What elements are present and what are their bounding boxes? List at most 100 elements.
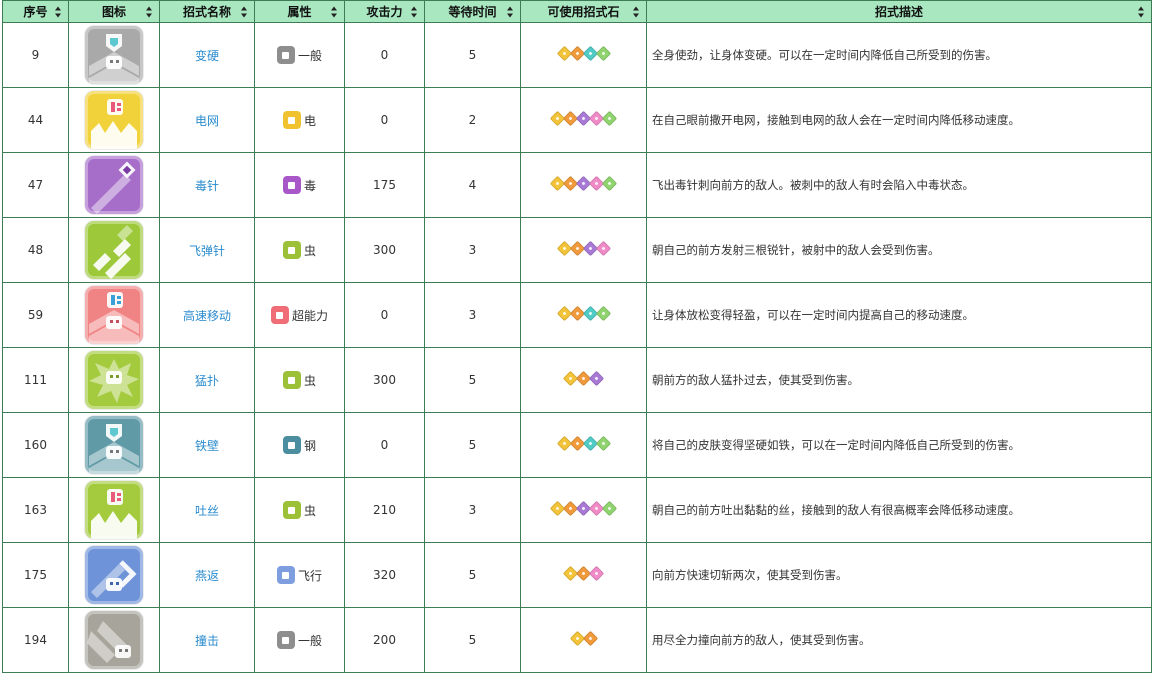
type-label: 虫 (303, 373, 316, 388)
column-header-attr[interactable]: 属性 (254, 0, 345, 23)
move-stone-icon[interactable] (601, 175, 618, 192)
column-header-icon[interactable]: 图标 (68, 0, 160, 23)
skill-name-link[interactable]: 铁壁 (195, 439, 219, 453)
type-label: 虫 (303, 243, 316, 258)
string-shot-icon (85, 481, 143, 539)
type-icon (282, 501, 301, 519)
cell-stones (520, 412, 647, 478)
cell-no: 163 (2, 477, 69, 543)
sort-icon[interactable] (411, 6, 418, 17)
cell-attr: 虫 (254, 477, 345, 543)
cell-attack: 300 (344, 217, 425, 283)
skill-name-link[interactable]: 猛扑 (195, 374, 219, 388)
column-header-attack[interactable]: 攻击力 (344, 0, 425, 23)
skill-name-link[interactable]: 毒针 (195, 179, 219, 193)
type-badge: 毒 (282, 176, 316, 194)
column-header-label: 招式名称 (182, 5, 231, 19)
move-stone-icon[interactable] (595, 240, 611, 257)
type-badge: 一般 (276, 631, 322, 649)
cell-stones (520, 477, 647, 543)
cell-icon (68, 22, 160, 88)
cell-name: 飞弹针 (159, 217, 255, 283)
cell-name: 猛扑 (159, 347, 255, 413)
pin-missile-icon (85, 221, 143, 279)
skill-name-link[interactable]: 高速移动 (183, 309, 231, 323)
cell-stones (520, 217, 647, 283)
table-row: 44 电网 电 0 2 在自己眼前撒开电网，接触到电网的敌人会在一定时间内降低移动速度。 (2, 87, 1152, 153)
type-icon (276, 566, 295, 584)
type-label: 电 (303, 113, 316, 128)
sort-icon[interactable] (1138, 6, 1145, 17)
cell-name: 燕返 (159, 542, 255, 608)
cell-no: 59 (2, 282, 69, 348)
column-header-name[interactable]: 招式名称 (159, 0, 255, 23)
move-stone-icon[interactable] (601, 500, 618, 517)
table-row: 160 铁壁 钢 0 5 将自己的皮肤变得坚硬如铁，可以在一定时间内降低自己所受到的伤害。 (2, 412, 1152, 478)
column-header-no[interactable]: 序号 (2, 0, 69, 23)
cell-icon (68, 217, 160, 283)
cell-no: 48 (2, 217, 69, 283)
cell-name: 铁壁 (159, 412, 255, 478)
move-stone-icon[interactable] (595, 305, 611, 322)
cell-attack: 210 (344, 477, 425, 543)
table-row: 48 飞弹针 虫 300 3 朝自己的前方发射三根锐针，被射中的敌人会受到伤害。 (2, 217, 1152, 283)
skill-name-link[interactable]: 撞击 (195, 634, 219, 648)
cell-wait: 3 (424, 217, 521, 283)
cell-icon (68, 347, 160, 413)
cell-stones (520, 152, 647, 218)
column-header-desc[interactable]: 招式描述 (646, 0, 1152, 23)
column-header-wait[interactable]: 等待时间 (424, 0, 521, 23)
type-badge: 电 (282, 111, 316, 129)
sort-icon[interactable] (507, 6, 514, 17)
move-stone-icon[interactable] (582, 630, 598, 647)
cell-attack: 0 (344, 22, 425, 88)
type-label: 钢 (303, 438, 316, 453)
cell-attr: 电 (254, 87, 345, 153)
type-badge: 虫 (282, 501, 316, 519)
move-stone-icon[interactable] (588, 565, 605, 582)
sort-icon[interactable] (331, 6, 338, 17)
cell-attack: 300 (344, 347, 425, 413)
aerial-ace-icon (85, 546, 143, 604)
cell-stones (520, 282, 647, 348)
type-icon (270, 306, 289, 324)
cell-stones (520, 87, 647, 153)
sort-icon[interactable] (241, 6, 248, 17)
electric-net-icon (85, 91, 143, 149)
cell-name: 吐丝 (159, 477, 255, 543)
move-stone-icon[interactable] (595, 435, 611, 452)
agility-icon (85, 286, 143, 344)
skill-name-link[interactable]: 飞弹针 (189, 244, 225, 258)
sort-icon[interactable] (633, 6, 640, 17)
sort-icon[interactable] (146, 6, 153, 17)
cell-name: 毒针 (159, 152, 255, 218)
skill-name-link[interactable]: 电网 (195, 114, 219, 128)
skill-name-link[interactable]: 燕返 (195, 569, 219, 583)
cell-attack: 0 (344, 87, 425, 153)
cell-desc: 向前方快速切斩两次，使其受到伤害。 (646, 542, 1152, 608)
cell-wait: 5 (424, 412, 521, 478)
cell-attr: 一般 (254, 607, 345, 673)
cell-icon (68, 412, 160, 478)
type-badge: 超能力 (270, 306, 328, 324)
move-stone-icon[interactable] (588, 370, 605, 387)
column-header-label: 图标 (101, 5, 126, 19)
skill-name-link[interactable]: 变硬 (195, 49, 219, 63)
cell-desc: 让身体放松变得轻盈，可以在一定时间内提高自己的移动速度。 (646, 282, 1152, 348)
column-header-stones[interactable]: 可使用招式石 (520, 0, 647, 23)
type-icon (282, 241, 301, 259)
sort-icon[interactable] (55, 6, 62, 17)
skill-name-link[interactable]: 吐丝 (195, 504, 219, 518)
column-header-label: 序号 (23, 5, 48, 19)
type-label: 毒 (303, 178, 316, 193)
move-stone-icon[interactable] (595, 45, 611, 62)
move-stone-icon[interactable] (601, 110, 618, 127)
cell-desc: 飞出毒针刺向前方的敌人。被刺中的敌人有时会陷入中毒状态。 (646, 152, 1152, 218)
cell-icon (68, 542, 160, 608)
cell-name: 变硬 (159, 22, 255, 88)
cell-wait: 5 (424, 607, 521, 673)
poison-needle-icon (85, 156, 143, 214)
type-icon (282, 436, 301, 454)
table-row: 111 猛扑 虫 300 5 朝前方的敌人猛扑过去，使其受到伤害。 (2, 347, 1152, 413)
column-header-label: 攻击力 (366, 5, 403, 19)
